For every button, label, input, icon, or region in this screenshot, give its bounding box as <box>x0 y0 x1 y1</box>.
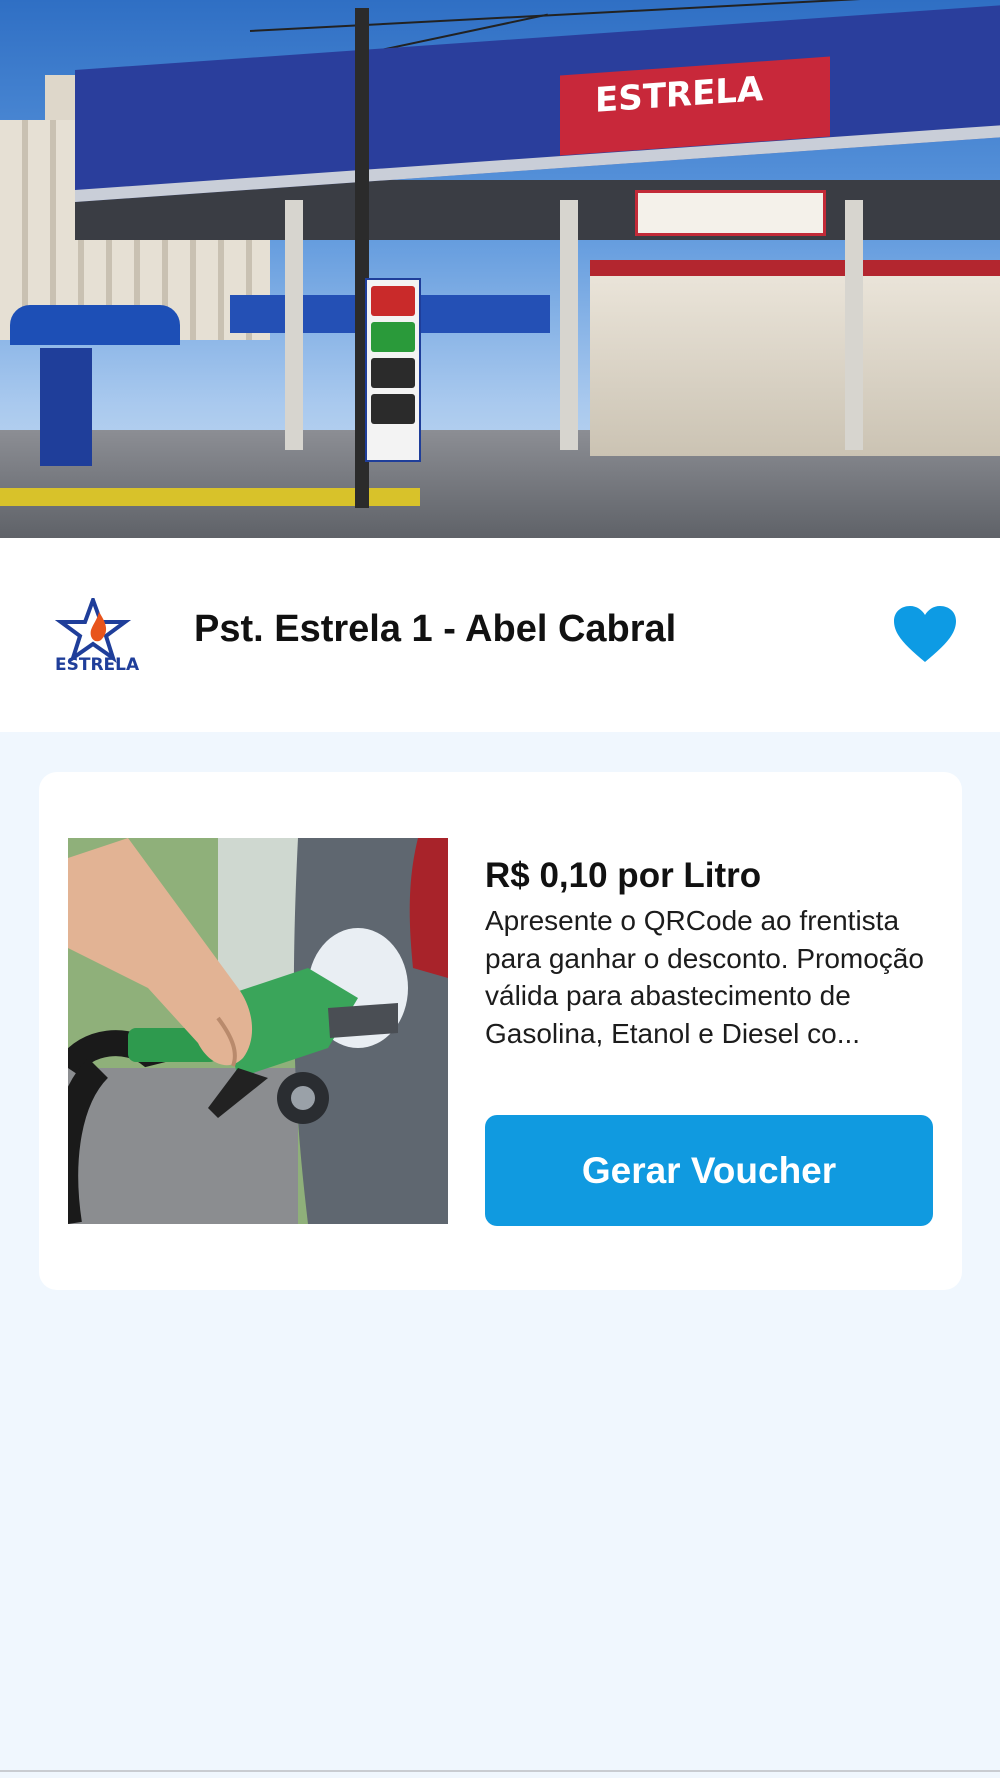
screen: ESTRELA ESTRELA Pst. Estrela 1 - Abel Ca… <box>0 0 1000 1778</box>
estrela-logo: ESTRELA <box>54 594 145 675</box>
offer-card[interactable]: R$ 0,10 por Litro Apresente o QRCode ao … <box>39 772 962 1290</box>
divider <box>0 1770 1000 1772</box>
generate-voucher-button[interactable]: Gerar Voucher <box>485 1115 933 1226</box>
station-photo: ESTRELA <box>0 0 1000 538</box>
logo-text: ESTRELA <box>55 655 140 674</box>
offer-title: R$ 0,10 por Litro <box>485 856 762 895</box>
favorite-button[interactable] <box>892 604 958 664</box>
station-name: Pst. Estrela 1 - Abel Cabral <box>194 608 677 650</box>
station-header: ESTRELA Pst. Estrela 1 - Abel Cabral <box>0 538 1000 732</box>
offer-description: Apresente o QRCode ao frentista para gan… <box>485 905 924 1049</box>
offer-image <box>68 838 448 1224</box>
heart-icon <box>894 606 956 662</box>
